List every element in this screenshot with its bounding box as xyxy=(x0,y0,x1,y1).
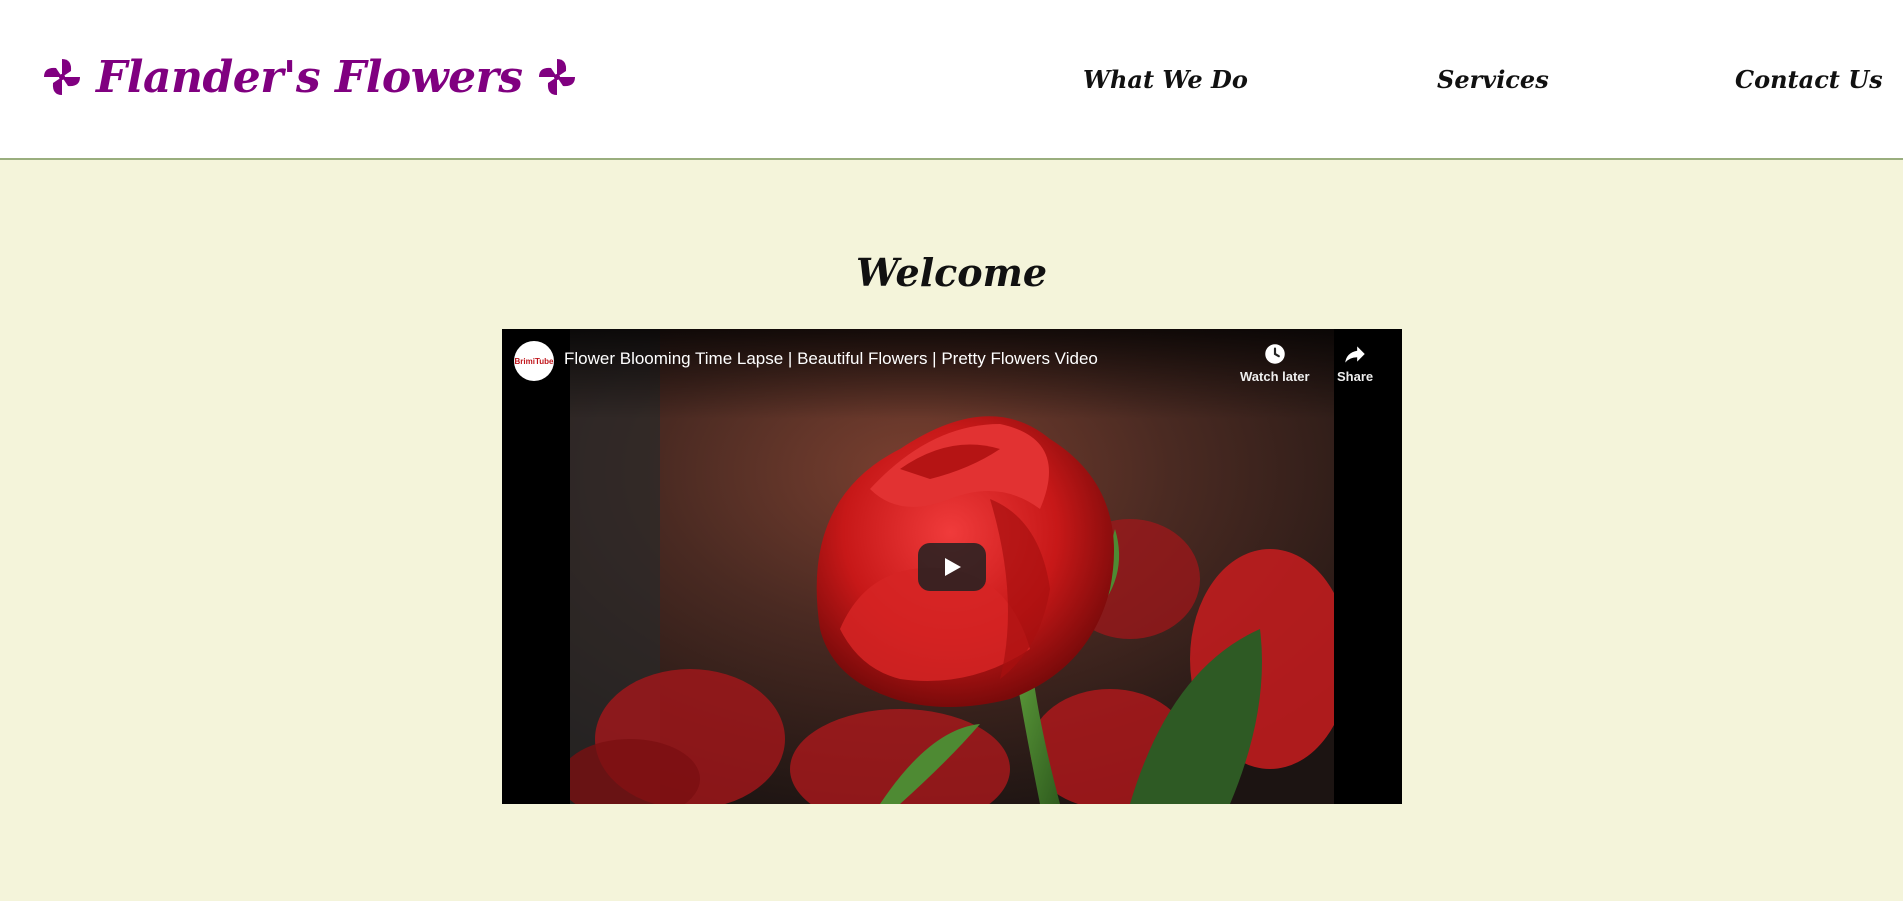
site-header: Flander's Flowers What We Do Services Co… xyxy=(0,0,1903,160)
play-icon xyxy=(945,558,961,576)
channel-name: BrimiTube xyxy=(514,356,554,366)
clock-icon xyxy=(1265,344,1285,364)
share-label: Share xyxy=(1337,369,1374,384)
main-nav: What We Do Services Contact Us xyxy=(0,56,1903,104)
share-arrow-icon xyxy=(1345,346,1365,363)
share-button[interactable]: Share xyxy=(1337,341,1373,384)
watch-later-label: Watch later xyxy=(1240,369,1310,384)
play-button[interactable] xyxy=(918,543,986,591)
main-content: Welcome BrimiTube Flower Blooming Time L… xyxy=(0,162,1903,901)
video-player[interactable]: BrimiTube Flower Blooming Time Lapse | B… xyxy=(502,329,1402,804)
watch-later-button[interactable]: Watch later xyxy=(1240,341,1310,384)
welcome-heading: Welcome xyxy=(855,250,1048,295)
nav-link-services[interactable]: Services xyxy=(1437,56,1549,104)
video-title[interactable]: Flower Blooming Time Lapse | Beautiful F… xyxy=(564,349,1098,369)
nav-link-contact-us[interactable]: Contact Us xyxy=(1735,56,1883,104)
channel-avatar[interactable]: BrimiTube xyxy=(514,341,554,381)
nav-link-what-we-do[interactable]: What We Do xyxy=(1083,56,1248,104)
